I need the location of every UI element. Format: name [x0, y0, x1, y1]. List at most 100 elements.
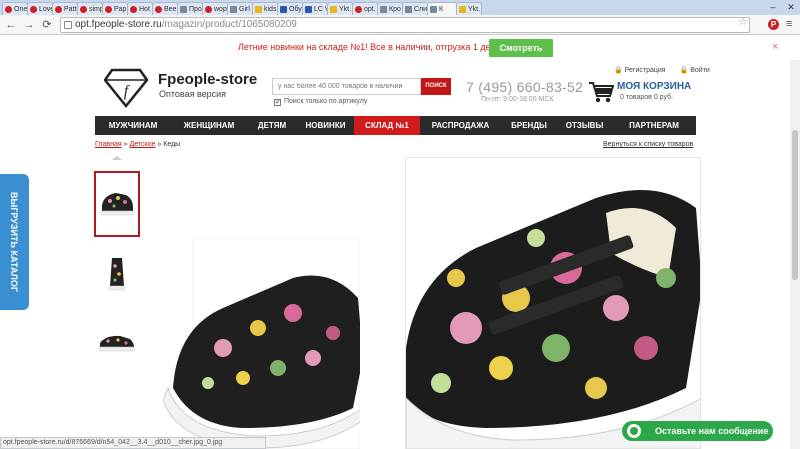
browser-tab-label: Bee	[164, 5, 177, 13]
chat-widget-label: Оставьте нам сообщение	[655, 426, 769, 436]
nav-item[interactable]: РАСПРОДАЖА	[420, 116, 501, 135]
back-to-list-link[interactable]: Вернуться к списку товаров	[603, 141, 693, 148]
breadcrumb-category[interactable]: Детское	[129, 141, 155, 148]
breadcrumb-home[interactable]: Главная	[95, 141, 122, 148]
scrollbar-thumb[interactable]	[792, 130, 798, 280]
url-field[interactable]: opt.fpeople-store.ru/magazin/product/106…	[60, 17, 750, 33]
search-input[interactable]	[272, 78, 421, 95]
browser-tab[interactable]: Bee	[152, 2, 178, 15]
browser-tab-label: Кро	[389, 5, 401, 13]
browser-tab[interactable]: Hot	[127, 2, 153, 15]
diamond-logo-icon[interactable]: f	[104, 68, 148, 108]
browser-tab[interactable]: wop	[202, 2, 228, 15]
breadcrumb-separator: »	[157, 141, 162, 148]
pinterest-favicon-icon	[205, 5, 212, 13]
nav-item[interactable]: БРЕНДЫ	[501, 116, 557, 135]
browser-tab[interactable]: Обу	[277, 2, 303, 15]
notice-view-button[interactable]: Смотреть	[489, 39, 553, 57]
nav-item[interactable]: СКЛАД №1	[354, 116, 420, 135]
browser-tab[interactable]: One	[2, 2, 28, 15]
cart-icon[interactable]	[588, 80, 614, 104]
article-only-checkbox[interactable]: ✓	[274, 99, 281, 106]
browser-tab-label: One	[14, 5, 28, 13]
minimize-icon[interactable]: –	[764, 0, 782, 15]
browser-tab[interactable]: kids	[252, 2, 278, 15]
browser-tab[interactable]: Ykt.	[327, 2, 353, 15]
product-image-preview[interactable]	[163, 238, 360, 449]
site-favicon-icon	[430, 5, 437, 13]
browser-tab[interactable]: Про	[177, 2, 203, 15]
thumbnail-2[interactable]	[94, 242, 140, 308]
register-link[interactable]: 🔒 Регистрация	[614, 67, 672, 74]
browser-tab[interactable]: Ykt.	[456, 2, 482, 15]
browser-tab-label: wop	[214, 5, 227, 13]
browser-tab-label: Patt	[64, 5, 77, 13]
nav-item[interactable]: ПАРТНЕРАМ	[612, 116, 696, 135]
reload-icon[interactable]: ⟳	[40, 18, 54, 32]
forward-icon[interactable]: →	[22, 18, 36, 32]
nav-item[interactable]: МУЖЧИНАМ	[95, 116, 171, 135]
site-favicon-icon	[230, 5, 237, 13]
browser-tab[interactable]: LC V	[302, 2, 328, 15]
address-bar: ← → ⟳ opt.fpeople-store.ru/magazin/produ…	[0, 15, 800, 35]
status-bar-url: opt.fpeople-store.ru/d/876669/d/n54_042_…	[0, 437, 266, 449]
work-hours: Пн-пт: 9:00-18:00 МСК	[481, 96, 554, 103]
window-controls: – ✕	[764, 0, 800, 15]
site-favicon-icon	[180, 5, 187, 13]
site-favicon-icon	[405, 5, 412, 13]
pinterest-favicon-icon	[5, 5, 12, 13]
nav-item[interactable]: ЖЕНЩИНАМ	[171, 116, 247, 135]
browser-tab-label: Girl	[239, 5, 250, 13]
close-icon[interactable]: ×	[772, 41, 778, 53]
site-favicon-icon	[280, 5, 287, 13]
browser-tab[interactable]: К	[427, 2, 457, 15]
back-icon[interactable]: ←	[4, 18, 18, 32]
notice-text: Летние новинки на складе №1! Все в налич…	[238, 42, 503, 52]
nav-item[interactable]: НОВИНКИ	[297, 116, 354, 135]
pinterest-favicon-icon	[30, 5, 37, 13]
product-image-main[interactable]	[405, 157, 701, 449]
svg-text:f: f	[124, 83, 131, 100]
pinterest-favicon-icon	[80, 5, 87, 13]
site-name[interactable]: Fpeople-store	[158, 71, 257, 88]
pinterest-extension-icon[interactable]: P	[768, 19, 779, 30]
nav-item[interactable]: ДЕТЯМ	[247, 116, 297, 135]
browser-tab-label: LC V	[314, 5, 327, 13]
export-catalog-label: ВЫГРУЗИТЬ КАТАЛОГ	[9, 192, 19, 292]
page-icon	[64, 21, 72, 29]
browser-tab[interactable]: opt.	[352, 2, 378, 15]
main-navigation: МУЖЧИНАМ ЖЕНЩИНАМ ДЕТЯМ НОВИНКИ СКЛАД №1 РАСП…	[95, 116, 696, 135]
browser-tab[interactable]: Girl	[227, 2, 253, 15]
browser-tab[interactable]: simp	[77, 2, 103, 15]
close-window-icon[interactable]: ✕	[782, 0, 800, 15]
pinterest-favicon-icon	[155, 5, 162, 13]
browser-tab-label: Про	[189, 5, 202, 13]
cart-title[interactable]: МОЯ КОРЗИНА	[617, 81, 691, 92]
url-host: opt.fpeople-store.ru	[75, 19, 162, 30]
browser-tab-label: kids	[264, 5, 277, 13]
search-button[interactable]: ПОИСК	[421, 78, 451, 95]
thumbs-up-arrow-icon[interactable]	[112, 156, 122, 160]
browser-tab[interactable]: Сли	[402, 2, 428, 15]
browser-tab[interactable]: Pap	[102, 2, 128, 15]
thumbnail-3[interactable]	[94, 313, 140, 379]
pinterest-favicon-icon	[355, 5, 362, 13]
browser-tab[interactable]: Кро	[377, 2, 403, 15]
browser-tab-label: Ykt.	[468, 5, 481, 13]
pinterest-favicon-icon	[105, 5, 112, 13]
browser-tab-label: Love	[39, 5, 53, 13]
browser-tab[interactable]: Love	[27, 2, 53, 15]
breadcrumb-separator: »	[123, 141, 128, 148]
login-link[interactable]: 🔒 Войти	[680, 67, 716, 74]
bookmark-star-icon[interactable]: ☆	[738, 15, 748, 28]
site-favicon-icon	[459, 5, 466, 13]
browser-menu-icon[interactable]: ≡	[786, 18, 792, 30]
auth-links: 🔒 Регистрация 🔒 Войти	[614, 66, 722, 74]
browser-tab[interactable]: Patt	[52, 2, 78, 15]
pinterest-favicon-icon	[130, 5, 137, 13]
thumbnail-1[interactable]	[94, 171, 140, 237]
nav-item[interactable]: ОТЗЫВЫ	[557, 116, 612, 135]
site-favicon-icon	[255, 5, 262, 13]
page-scrollbar[interactable]	[790, 60, 800, 449]
site-subtitle: Оптовая версия	[159, 89, 227, 99]
